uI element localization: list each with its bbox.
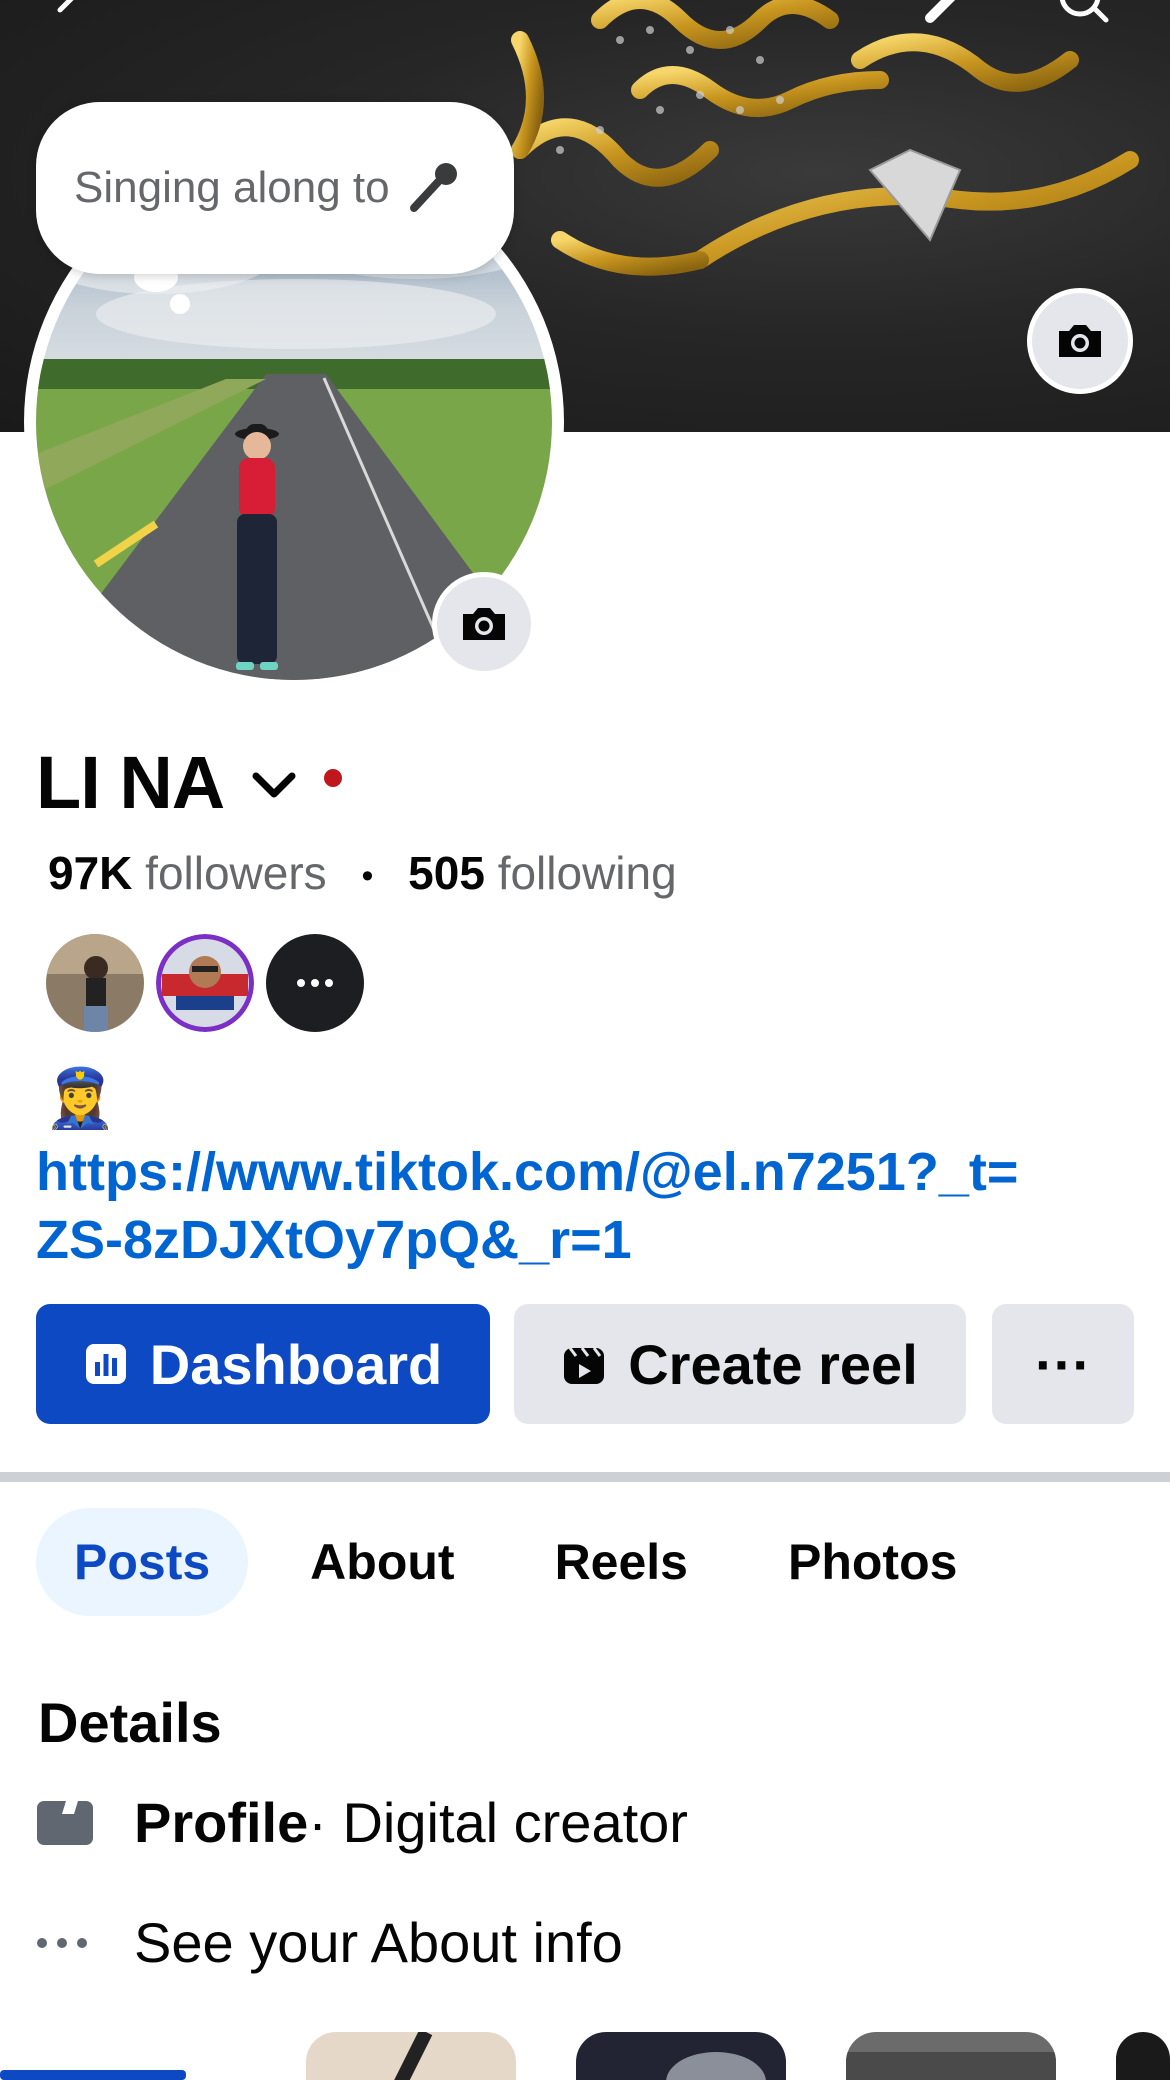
more-dots-icon [37,1937,87,1948]
tab-posts[interactable]: Posts [36,1508,249,1616]
camera-icon [1059,325,1101,357]
friends-avatars[interactable] [46,934,364,1032]
bio-link[interactable]: https://www.tiktok.com/@el.n7251?_t=ZS-8… [36,1138,1046,1274]
more-dots-icon [297,979,333,987]
profile-name-row[interactable]: LI NA [36,740,343,824]
friend-photo [156,934,254,1032]
selected-tab-underline [0,2070,186,2080]
photo-thumbnail[interactable] [1116,2032,1170,2080]
tab-reels[interactable]: Reels [517,1508,726,1616]
following-label: following [497,847,677,899]
profile-type-label: Profile [134,1791,309,1854]
cover-camera-button[interactable] [1027,288,1133,394]
stats-separator: • [361,857,374,896]
dashboard-button[interactable]: Dashboard [36,1304,490,1424]
camera-icon [463,608,505,640]
friend-photo [46,934,144,1032]
thumbnail-image [846,2052,1056,2080]
search-icon[interactable] [1050,0,1120,30]
microphone-icon [409,163,457,212]
status-bubble-text: Singing along to [74,163,390,212]
dashboard-icon [85,1344,126,1384]
create-reel-button[interactable]: Create reel [514,1304,966,1424]
follow-stats[interactable]: 97K followers • 505 following [48,846,677,900]
reel-icon [564,1347,605,1384]
status-bubble[interactable]: Singing along to [36,102,514,274]
thumbnail-image [394,2032,433,2080]
photo-thumbnail[interactable] [576,2032,786,2080]
edit-pencil-icon[interactable] [922,0,972,24]
about-info-row[interactable]: See your About info [36,1910,623,1975]
dashboard-label: Dashboard [149,1332,443,1396]
about-info-label: See your About info [134,1911,623,1974]
profile-name: LI NA [36,740,225,824]
more-options-label: ··· [1035,1332,1091,1396]
profile-tabs: Posts About Reels Photos [36,1508,1019,1616]
more-options-button[interactable]: ··· [992,1304,1134,1424]
tab-photos[interactable]: Photos [750,1508,995,1616]
more-friends-button[interactable] [266,934,364,1032]
bio-emoji: 👮‍♀️ [44,1066,117,1131]
back-chevron-icon[interactable] [44,0,94,24]
bubble-tail-dot [170,294,190,314]
tab-about[interactable]: About [272,1508,492,1616]
friend-avatar[interactable] [46,934,144,1032]
following-count: 505 [408,847,485,899]
details-heading: Details [38,1691,222,1754]
chevron-down-icon[interactable] [250,770,298,800]
profile-type-row: Profile · Digital creator [36,1790,688,1855]
followers-count: 97K [48,847,133,899]
clapperboard-icon [37,1800,93,1845]
create-reel-label: Create reel [628,1332,918,1396]
profile-type-value: · Digital creator [308,1791,688,1854]
about-icon-wrap [36,1937,134,1949]
friend-avatar[interactable] [156,934,254,1032]
followers-label: followers [145,847,327,899]
status-dot [324,769,343,787]
section-divider [0,1472,1170,1482]
profile-card-icon-wrap [36,1800,134,1846]
photo-thumbnail[interactable] [846,2032,1056,2080]
thumbnail-image [666,2052,766,2080]
avatar-camera-button[interactable] [432,572,536,676]
photo-thumbnail[interactable] [306,2032,516,2080]
